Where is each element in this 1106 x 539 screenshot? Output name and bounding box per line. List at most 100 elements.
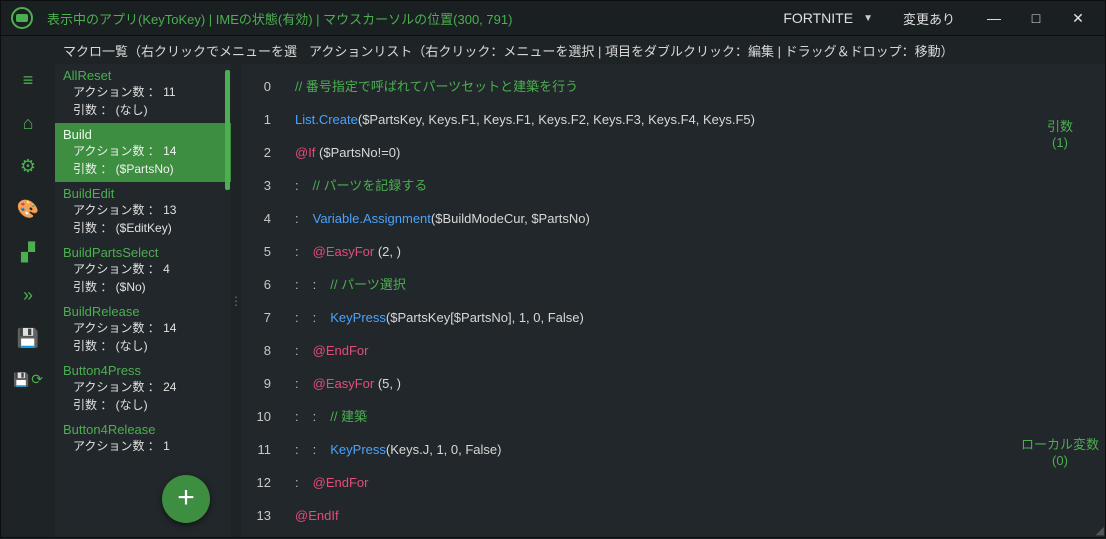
macro-item[interactable]: Buildアクション数 ： 14引数 ： ($PartsNo) <box>55 123 231 182</box>
macro-name: Button4Press <box>63 363 221 378</box>
code-token: // 建築 <box>330 409 367 424</box>
args-count: (1) <box>1052 135 1068 150</box>
profile-dropdown-icon[interactable]: ▼ <box>863 13 873 24</box>
code-line[interactable]: ::// パーツ選択 <box>295 268 1015 301</box>
code-line[interactable]: // 番号指定で呼ばれてパーツセットと建築を行う <box>295 70 1015 103</box>
macro-item[interactable]: Button4Pressアクション数 ： 24引数 ： (なし) <box>55 359 231 418</box>
changed-indicator: 変更あり <box>903 9 955 28</box>
indent-colon: : <box>313 409 317 424</box>
code-line[interactable]: @EndIf <box>295 499 1015 532</box>
macro-item[interactable]: Button4Releaseアクション数 ： 1 <box>55 418 231 459</box>
code-token: ($PartsNo!=0) <box>319 145 400 160</box>
code-token: @EndFor <box>313 343 369 358</box>
app-logo-icon <box>11 7 33 29</box>
indent-colon: : <box>295 244 299 259</box>
code-token: @EndIf <box>295 508 339 523</box>
code-line[interactable]: :Variable.Assignment($BuildModeCur, $Par… <box>295 202 1015 235</box>
macro-item[interactable]: AllResetアクション数 ： 11引数 ： (なし) <box>55 64 231 123</box>
code-body[interactable]: // 番号指定で呼ばれてパーツセットと建築を行う List.Create($Par… <box>281 64 1015 537</box>
expand-icon[interactable]: » <box>16 285 40 306</box>
indent-colon: : <box>313 277 317 292</box>
line-number: 8 <box>241 334 271 367</box>
nav-sidebar: ≡ ⌂ ⚙ 🎨 ▞ » 💾 💾⟳ <box>1 64 55 537</box>
args-label[interactable]: 引数 <box>1047 116 1073 135</box>
indent-colon: : <box>295 343 299 358</box>
macro-action-count: アクション数 ： 24 <box>63 378 221 396</box>
line-number: 5 <box>241 235 271 268</box>
macro-action-count: アクション数 ： 4 <box>63 260 221 278</box>
palette-icon[interactable]: 🎨 <box>16 199 40 220</box>
line-number: 10 <box>241 400 271 433</box>
macro-action-count: アクション数 ： 11 <box>63 83 221 101</box>
code-line[interactable]: @If ($PartsNo!=0) <box>295 136 1015 169</box>
line-number: 7 <box>241 301 271 334</box>
splitter-handle[interactable]: ⋮ <box>231 64 241 537</box>
code-line[interactable]: :// パーツを記録する <box>295 169 1015 202</box>
macro-args: 引数 ： (なし) <box>63 396 221 414</box>
macro-item[interactable]: BuildEditアクション数 ： 13引数 ： ($EditKey) <box>55 182 231 241</box>
macro-args: 引数 ： (なし) <box>63 101 221 119</box>
code-token: ($PartsKey, Keys.F1, Keys.F1, Keys.F2, K… <box>358 112 755 127</box>
macro-action-count: アクション数 ： 14 <box>63 142 221 160</box>
line-number: 6 <box>241 268 271 301</box>
macro-name: Button4Release <box>63 422 221 437</box>
indent-colon: : <box>295 178 299 193</box>
code-token: Variable.Assignment <box>313 211 431 226</box>
indent-colon: : <box>313 442 317 457</box>
save-icon[interactable]: 💾 <box>16 328 40 349</box>
code-token: @If <box>295 145 319 160</box>
menu-icon[interactable]: ≡ <box>16 70 40 91</box>
code-line[interactable]: :: // 建築 <box>295 400 1015 433</box>
code-line[interactable]: List.Create($PartsKey, Keys.F1, Keys.F1,… <box>295 103 1015 136</box>
code-token: @EasyFor <box>313 376 378 391</box>
macro-action-count: アクション数 ： 1 <box>63 437 221 455</box>
close-button[interactable]: ✕ <box>1057 0 1099 36</box>
home-icon[interactable]: ⌂ <box>16 113 40 134</box>
macro-name: AllReset <box>63 68 221 83</box>
indent-colon: : <box>295 310 299 325</box>
main-area: ≡ ⌂ ⚙ 🎨 ▞ » 💾 💾⟳ AllResetアクション数 ： 11引数 ：… <box>0 64 1106 538</box>
code-line[interactable]: : @EasyFor (5, ) <box>295 367 1015 400</box>
code-token: // 番号指定で呼ばれてパーツセットと建築を行う <box>295 79 578 94</box>
code-line[interactable]: : @EndFor <box>295 334 1015 367</box>
code-token: KeyPress <box>330 442 386 457</box>
right-panel: 引数 (1) ローカル変数 (0) <box>1015 64 1105 537</box>
indent-colon: : <box>295 376 299 391</box>
macro-args: 引数 ： ($PartsNo) <box>63 160 221 178</box>
maximize-button[interactable]: □ <box>1015 0 1057 36</box>
gear-icon[interactable]: ⚙ <box>16 156 40 177</box>
line-number: 12 <box>241 466 271 499</box>
profile-name[interactable]: FORTNITE <box>783 10 853 26</box>
minimize-button[interactable]: ― <box>973 0 1015 36</box>
macro-name: BuildRelease <box>63 304 221 319</box>
macro-args: 引数 ： (なし) <box>63 337 221 355</box>
code-line[interactable]: ::KeyPress(Keys.J, 1, 0, False) <box>295 433 1015 466</box>
macro-item[interactable]: BuildPartsSelectアクション数 ： 4引数 ： ($No) <box>55 241 231 300</box>
code-line[interactable]: :@EndFor <box>295 466 1015 499</box>
code-token: (5, ) <box>378 376 401 391</box>
line-number: 11 <box>241 433 271 466</box>
macro-scrollbar[interactable] <box>225 70 230 190</box>
indent-colon: : <box>295 442 299 457</box>
add-macro-fab[interactable]: + <box>162 475 210 523</box>
line-number: 9 <box>241 367 271 400</box>
indent-colon: : <box>295 475 299 490</box>
save-reload-icon[interactable]: 💾⟳ <box>13 371 43 388</box>
layout-icon[interactable]: ▞ <box>16 242 40 263</box>
macro-action-count: アクション数 ： 13 <box>63 201 221 219</box>
line-number: 1 <box>241 103 271 136</box>
macro-name: Build <box>63 127 221 142</box>
macro-args: 引数 ： ($EditKey) <box>63 219 221 237</box>
code-area: 012345678910111213 // 番号指定で呼ばれてパーツセットと建築… <box>241 64 1015 537</box>
titlebar-status: 表示中のアプリ(KeyToKey) | IMEの状態(有効) | マウスカーソル… <box>47 9 512 28</box>
resize-grip-icon[interactable]: ◢ <box>1096 524 1104 537</box>
indent-colon: : <box>295 409 299 424</box>
indent-colon: : <box>313 310 317 325</box>
code-line[interactable]: ::KeyPress($PartsKey[$PartsNo], 1, 0, Fa… <box>295 301 1015 334</box>
code-line[interactable]: :@EasyFor (2, ) <box>295 235 1015 268</box>
macro-action-count: アクション数 ： 14 <box>63 319 221 337</box>
locals-label[interactable]: ローカル変数 <box>1015 434 1105 453</box>
macro-args: 引数 ： ($No) <box>63 278 221 296</box>
macro-item[interactable]: BuildReleaseアクション数 ： 14引数 ： (なし) <box>55 300 231 359</box>
line-gutter: 012345678910111213 <box>241 64 281 537</box>
